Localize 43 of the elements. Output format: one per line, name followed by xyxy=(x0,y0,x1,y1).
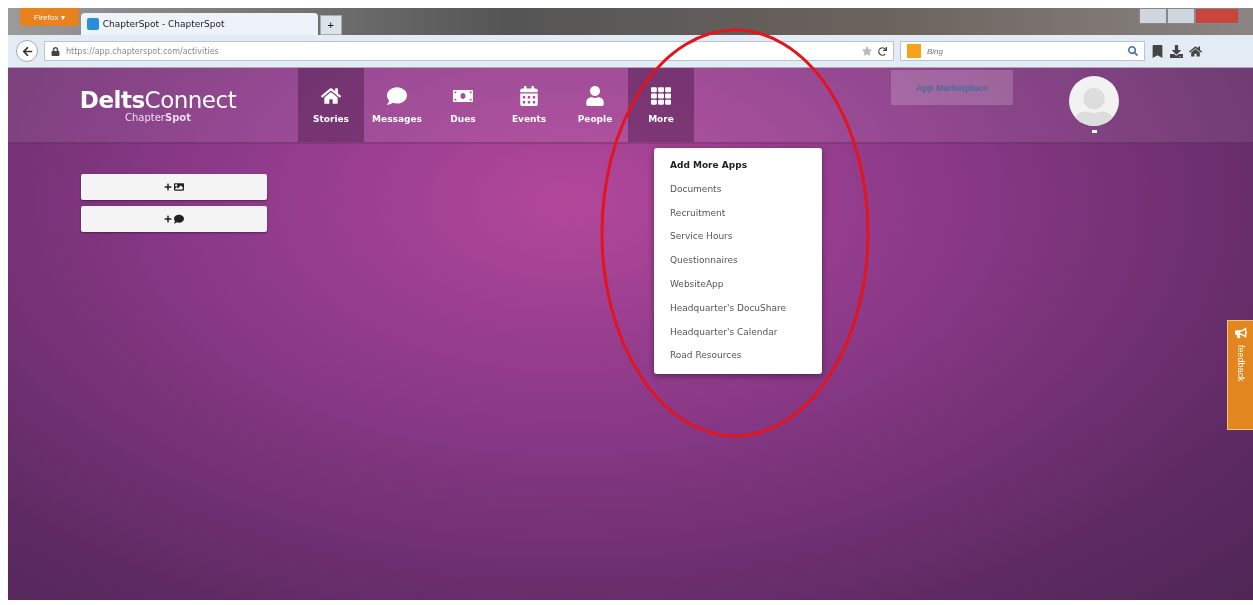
menu-item[interactable]: Service Hours xyxy=(654,225,822,250)
grid-icon xyxy=(651,86,671,106)
new-tab-button[interactable]: + xyxy=(319,15,342,35)
nav-tab[interactable]: Stories xyxy=(298,68,364,142)
download-icon[interactable] xyxy=(1170,44,1183,58)
home-icon[interactable] xyxy=(1189,44,1202,58)
back-arrow-icon xyxy=(21,45,33,57)
address-field[interactable]: https://app.chapterspot.com/activities xyxy=(44,41,894,61)
logo-title: DeltsConnect xyxy=(79,87,237,112)
bookmark-icon[interactable] xyxy=(1151,44,1164,58)
home-icon xyxy=(321,86,341,106)
caret-icon[interactable] xyxy=(1091,130,1097,133)
plus-icon xyxy=(164,215,172,223)
lock-icon xyxy=(51,46,60,56)
nav-tab[interactable]: Dues xyxy=(430,68,496,142)
nav-tab[interactable]: Events xyxy=(496,68,562,142)
menu-item[interactable]: Headquarter's Calendar xyxy=(654,320,822,345)
menu-item[interactable]: WebsiteApp xyxy=(654,273,822,297)
reload-icon[interactable] xyxy=(878,46,887,56)
avatar-icon[interactable] xyxy=(1069,76,1119,126)
menu-item[interactable]: Documents xyxy=(654,177,822,202)
search-bar[interactable]: Bing xyxy=(900,41,1145,61)
image-icon xyxy=(174,182,184,192)
menu-header[interactable]: Add More Apps xyxy=(654,154,822,178)
calendar-icon xyxy=(519,86,539,106)
star-icon[interactable] xyxy=(862,46,872,56)
logo-subtitle: ChapterSpot xyxy=(125,111,191,123)
plus-icon xyxy=(164,183,172,191)
menu-item[interactable]: Road Resources xyxy=(654,344,822,369)
nav-tab[interactable]: People xyxy=(562,68,628,142)
menu-item[interactable]: Questionnaires xyxy=(654,249,822,273)
browser-tab[interactable]: ChapterSpot - ChapterSpot xyxy=(80,13,318,35)
speech-bubble-icon xyxy=(174,214,184,224)
speech-bubble-icon xyxy=(387,86,407,106)
person-icon xyxy=(585,86,605,106)
favicon-icon xyxy=(86,18,99,30)
back-button[interactable] xyxy=(16,40,38,62)
nav-tab[interactable]: Messages xyxy=(364,68,430,142)
menu-item[interactable]: Recruitment xyxy=(654,201,822,226)
megaphone-icon xyxy=(1234,327,1247,339)
menu-item[interactable]: Headquarter's DocuShare xyxy=(654,296,822,321)
nav-tab[interactable]: More xyxy=(628,68,694,142)
search-icon[interactable] xyxy=(1128,46,1138,56)
